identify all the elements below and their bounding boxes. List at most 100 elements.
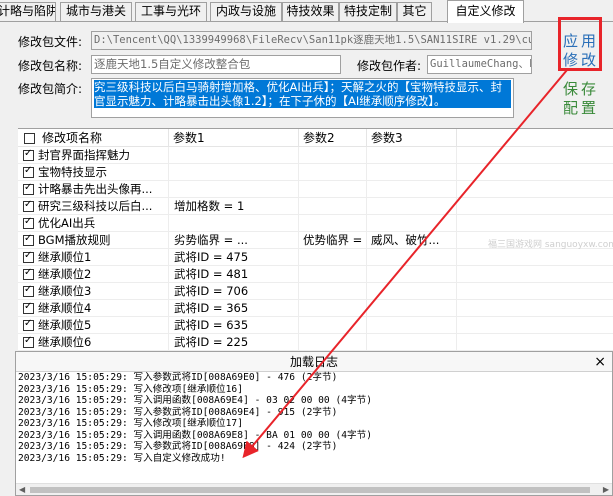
- row-checkbox[interactable]: [23, 148, 34, 161]
- row-param2: [299, 249, 367, 266]
- row-name: 继承顺位4: [36, 300, 169, 317]
- package-name-field[interactable]: 逐鹿天地1.5自定义修改整合包: [91, 55, 341, 74]
- table-row[interactable]: 继承顺位2武将ID = 481: [18, 266, 613, 283]
- log-header: 加载日志 ×: [16, 352, 612, 372]
- column-header-param3[interactable]: 参数3: [367, 129, 457, 147]
- row-checkbox[interactable]: [23, 182, 34, 195]
- row-param1: 武将ID = 365: [169, 300, 299, 317]
- row-param1: 武将ID = 475: [169, 249, 299, 266]
- log-line: 2023/3/16 15:05:29: 写入参数武将ID[008A69E8] -…: [18, 441, 338, 452]
- row-checkbox[interactable]: [23, 250, 34, 263]
- row-param2: [299, 181, 367, 198]
- tab-bar: 计略与陷阱 城市与港关 工事与光环 内政与设施 特技效果 特技定制 其它 自定义…: [0, 0, 613, 23]
- tab-skill-custom[interactable]: 特技定制: [339, 2, 397, 21]
- log-line: 2023/3/16 15:05:29: 写入调用函数[008A69E4] - 0…: [18, 395, 372, 406]
- row-param3: [367, 334, 457, 351]
- package-intro-textarea[interactable]: 究三级科技以后白马骑射增加格、优化AI出兵】；天解之火的【宝物特技显示、封官显示…: [91, 78, 514, 118]
- row-param3: [367, 147, 457, 164]
- table-row[interactable]: 继承顺位5武将ID = 635: [18, 317, 613, 334]
- column-header-name[interactable]: 修改项名称: [36, 129, 169, 147]
- log-lines: 2023/3/16 15:05:29: 写入参数武将ID[008A69E0] -…: [18, 372, 608, 464]
- row-param2: 优势临界 = ...: [299, 232, 367, 249]
- apply-button[interactable]: 应用修改: [560, 32, 602, 70]
- table-row[interactable]: 计略暴击先出头像再...: [18, 181, 613, 198]
- row-param2: [299, 300, 367, 317]
- tab-works-aura[interactable]: 工事与光环: [135, 2, 207, 21]
- tab-stratagem-traps[interactable]: 计略与陷阱: [0, 2, 56, 21]
- row-checkbox[interactable]: [23, 199, 34, 212]
- row-checkbox[interactable]: [23, 216, 34, 229]
- row-param3: [367, 283, 457, 300]
- row-param3: [367, 300, 457, 317]
- row-param1: 武将ID = 225: [169, 334, 299, 351]
- tab-skill-effect[interactable]: 特技效果: [282, 2, 339, 21]
- column-header-param1[interactable]: 参数1: [169, 129, 299, 147]
- log-line: 2023/3/16 15:05:29: 写入修改项[继承顺位17]: [18, 418, 243, 429]
- row-param1: 增加格数 = 1: [169, 198, 299, 215]
- watermark: 福三国游戏网 sanguoyxw.com: [488, 240, 613, 250]
- log-line: 2023/3/16 15:05:29: 写入调用函数[008A69E8] - B…: [18, 429, 372, 441]
- row-checkbox[interactable]: [23, 165, 34, 178]
- row-checkbox[interactable]: [23, 267, 34, 280]
- row-name: 计略暴击先出头像再...: [36, 181, 169, 198]
- row-param2: [299, 164, 367, 181]
- table-row[interactable]: 封官界面指挥魅力: [18, 147, 613, 164]
- row-param3: [367, 215, 457, 232]
- row-param3: [367, 317, 457, 334]
- tab-city-port[interactable]: 城市与港关: [60, 2, 132, 21]
- row-name: 继承顺位5: [36, 317, 169, 334]
- row-param1: 劣势临界 = ...: [169, 232, 299, 249]
- modification-table: 修改项名称 参数1 参数2 参数3 封官界面指挥魅力宝物特技显示计略暴击先出头像…: [18, 128, 613, 352]
- log-title: 加载日志: [289, 355, 338, 369]
- table-row[interactable]: 继承顺位4武将ID = 365: [18, 300, 613, 317]
- table-row[interactable]: 继承顺位1武将ID = 475: [18, 249, 613, 266]
- table-row[interactable]: 优化AI出兵: [18, 215, 613, 232]
- table-row[interactable]: 继承顺位3武将ID = 706: [18, 283, 613, 300]
- row-checkbox[interactable]: [23, 284, 34, 297]
- table-header: 修改项名称 参数1 参数2 参数3: [18, 129, 613, 147]
- row-checkbox[interactable]: [23, 233, 34, 246]
- row-param3: [367, 249, 457, 266]
- file-label: 修改包文件:: [18, 35, 83, 49]
- row-name: 优化AI出兵: [36, 215, 169, 232]
- row-checkbox[interactable]: [23, 318, 34, 331]
- row-param2: [299, 317, 367, 334]
- tab-custom-modify[interactable]: 自定义修改: [447, 0, 524, 23]
- row-param3: [367, 266, 457, 283]
- row-checkbox[interactable]: [23, 301, 34, 314]
- package-author-field[interactable]: GuillaumeChang、k: [427, 55, 532, 74]
- save-button[interactable]: 保存配置: [560, 80, 602, 118]
- column-header-param2[interactable]: 参数2: [299, 129, 367, 147]
- row-param3: [367, 181, 457, 198]
- row-name: 继承顺位1: [36, 249, 169, 266]
- row-param2: [299, 334, 367, 351]
- scroll-left-icon[interactable]: ◀: [19, 484, 25, 496]
- row-param3: [367, 164, 457, 181]
- package-intro-label: 修改包简介:: [18, 82, 83, 96]
- close-icon[interactable]: ×: [594, 352, 606, 372]
- row-name: 宝物特技显示: [36, 164, 169, 181]
- row-name: 封官界面指挥魅力: [36, 147, 169, 164]
- log-line: 2023/3/16 15:05:29: 写入修改项[继承顺位16]: [18, 383, 243, 395]
- package-name-label: 修改包名称:: [18, 59, 83, 73]
- scroll-right-icon[interactable]: ▶: [603, 484, 609, 496]
- tab-domestic-facility[interactable]: 内政与设施: [210, 2, 282, 21]
- table-row[interactable]: 继承顺位6武将ID = 225: [18, 334, 613, 351]
- row-checkbox[interactable]: [23, 335, 34, 348]
- row-name: 继承顺位2: [36, 266, 169, 283]
- select-all-checkbox[interactable]: [24, 133, 35, 144]
- scrollbar-thumb[interactable]: [30, 487, 590, 493]
- package-intro-text: 究三级科技以后白马骑射增加格、优化AI出兵】；天解之火的【宝物特技显示、封官显示…: [94, 80, 511, 108]
- row-name: 研究三级科技以后白...: [36, 198, 169, 215]
- row-param2: [299, 283, 367, 300]
- table-row[interactable]: 研究三级科技以后白...增加格数 = 1: [18, 198, 613, 215]
- log-horizontal-scrollbar[interactable]: ◀ ▶: [16, 483, 612, 495]
- row-param1: 武将ID = 481: [169, 266, 299, 283]
- row-name: 继承顺位3: [36, 283, 169, 300]
- row-param1: 武将ID = 635: [169, 317, 299, 334]
- file-path-field[interactable]: D:\Tencent\QQ\1339949968\FileRecv\San11p…: [91, 31, 532, 50]
- log-line: 2023/3/16 15:05:29: 写入参数武将ID[008A69E4] -…: [18, 406, 338, 418]
- table-row[interactable]: 宝物特技显示: [18, 164, 613, 181]
- row-param2: [299, 198, 367, 215]
- tab-other[interactable]: 其它: [397, 2, 432, 21]
